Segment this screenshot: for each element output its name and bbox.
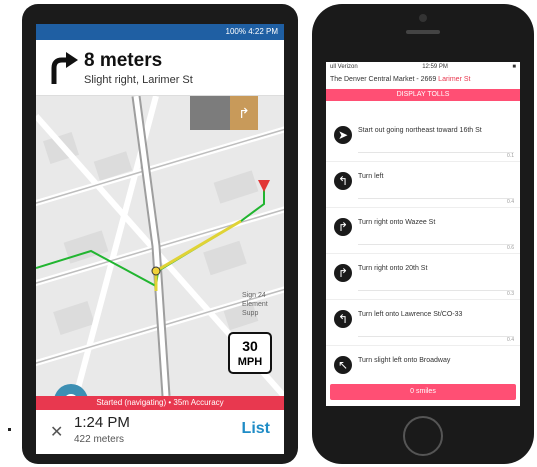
smiles-button[interactable]: 0 smiles [330,384,516,400]
instruction-street: Slight right, Larimer St [84,74,193,86]
speaker-grille [406,30,440,34]
step-distance: 0.4 [507,337,514,343]
map-label: Supp [242,310,259,317]
route-title-highlight: Larimer St [438,76,471,83]
display-tolls-button[interactable]: DISPLAY TOLLS [326,89,520,101]
ios-status-bar: ull Verizon 12:59 PM ■ [326,62,520,74]
bullet-dot [8,428,11,431]
list-item[interactable]: ↱ Turn right onto 20th St 0.3 [326,254,520,300]
step-text: Start out going northeast toward 16th St [358,127,482,134]
step-text: Turn right onto Wazee St [358,219,436,226]
speed-limit-value: 30 [242,338,258,354]
step-distance: 0.3 [507,291,514,297]
battery-icon: ■ [512,64,516,70]
close-icon[interactable]: ✕ [50,422,63,442]
step-distance: 0.4 [507,199,514,205]
remaining-distance: 422 meters [74,434,125,445]
mini-map-preview[interactable] [190,96,230,130]
carrier: ull Verizon [330,64,358,70]
iphone-screen: ull Verizon 12:59 PM ■ The Denver Centra… [326,62,520,406]
turn-right-icon: ↱ [334,218,352,236]
speed-limit-sign: 30 MPH [228,332,272,374]
divider [358,336,514,337]
step-text: Turn slight left onto Broadway [358,357,451,364]
android-phone: 100% 4:22 PM 8 meters Slight right, Lari… [22,4,298,464]
screenshot-stage: 100% 4:22 PM 8 meters Slight right, Lari… [0,0,537,467]
directions-list: ➤ Start out going northeast toward 16th … [326,116,520,392]
map-label: Sign 24 [242,292,266,299]
step-text: Turn right onto 20th St [358,265,428,272]
map-label: Element [242,301,268,308]
turn-right-icon: ↱ [334,264,352,282]
speed-limit-unit: MPH [237,356,263,368]
route-title: The Denver Central Market - 2669 Larimer… [326,74,520,85]
ios-time: 12:59 PM [422,64,448,70]
bottom-panel: ✕ 1:24 PM 422 meters List [36,410,284,454]
list-item[interactable]: ↱ Turn right onto Wazee St 0.6 [326,208,520,254]
arrival-time: 1:24 PM [74,414,130,431]
divider [358,152,514,153]
step-distance: 0.1 [507,153,514,159]
navigation-status-bar: Started (navigating) • 35m Accuracy [36,396,284,410]
slight-left-icon: ↖ [334,356,352,374]
turn-left-icon: ↰ [334,310,352,328]
instruction-header: 8 meters Slight right, Larimer St [36,40,284,96]
slight-right-arrow-icon [51,52,78,84]
map-view[interactable]: ↱ Sign 24 Element Supp 30 MPH [36,96,284,396]
camera-icon [419,14,427,22]
divider [358,290,514,291]
list-item[interactable]: ↰ Turn left onto Lawrence St/CO-33 0.4 [326,300,520,346]
android-screen: 100% 4:22 PM 8 meters Slight right, Lari… [36,24,284,454]
list-item[interactable]: ↰ Turn left 0.4 [326,162,520,208]
step-text: Turn left onto Lawrence St/CO-33 [358,311,463,318]
turn-left-icon: ↰ [334,172,352,190]
instruction-distance: 8 meters [84,50,163,71]
step-distance: 0.6 [507,245,514,251]
status-bar: 100% 4:22 PM [36,24,284,40]
divider [358,198,514,199]
list-item[interactable]: ➤ Start out going northeast toward 16th … [326,116,520,162]
start-arrow-icon: ➤ [334,126,352,144]
list-button[interactable]: List [242,420,270,438]
home-button[interactable] [403,416,443,456]
divider [358,244,514,245]
iphone-device: ull Verizon 12:59 PM ■ The Denver Centra… [312,4,534,464]
turn-right-icon[interactable]: ↱ [230,96,258,130]
step-text: Turn left [358,173,384,180]
route-title-text: The Denver Central Market - 2669 [330,76,439,83]
